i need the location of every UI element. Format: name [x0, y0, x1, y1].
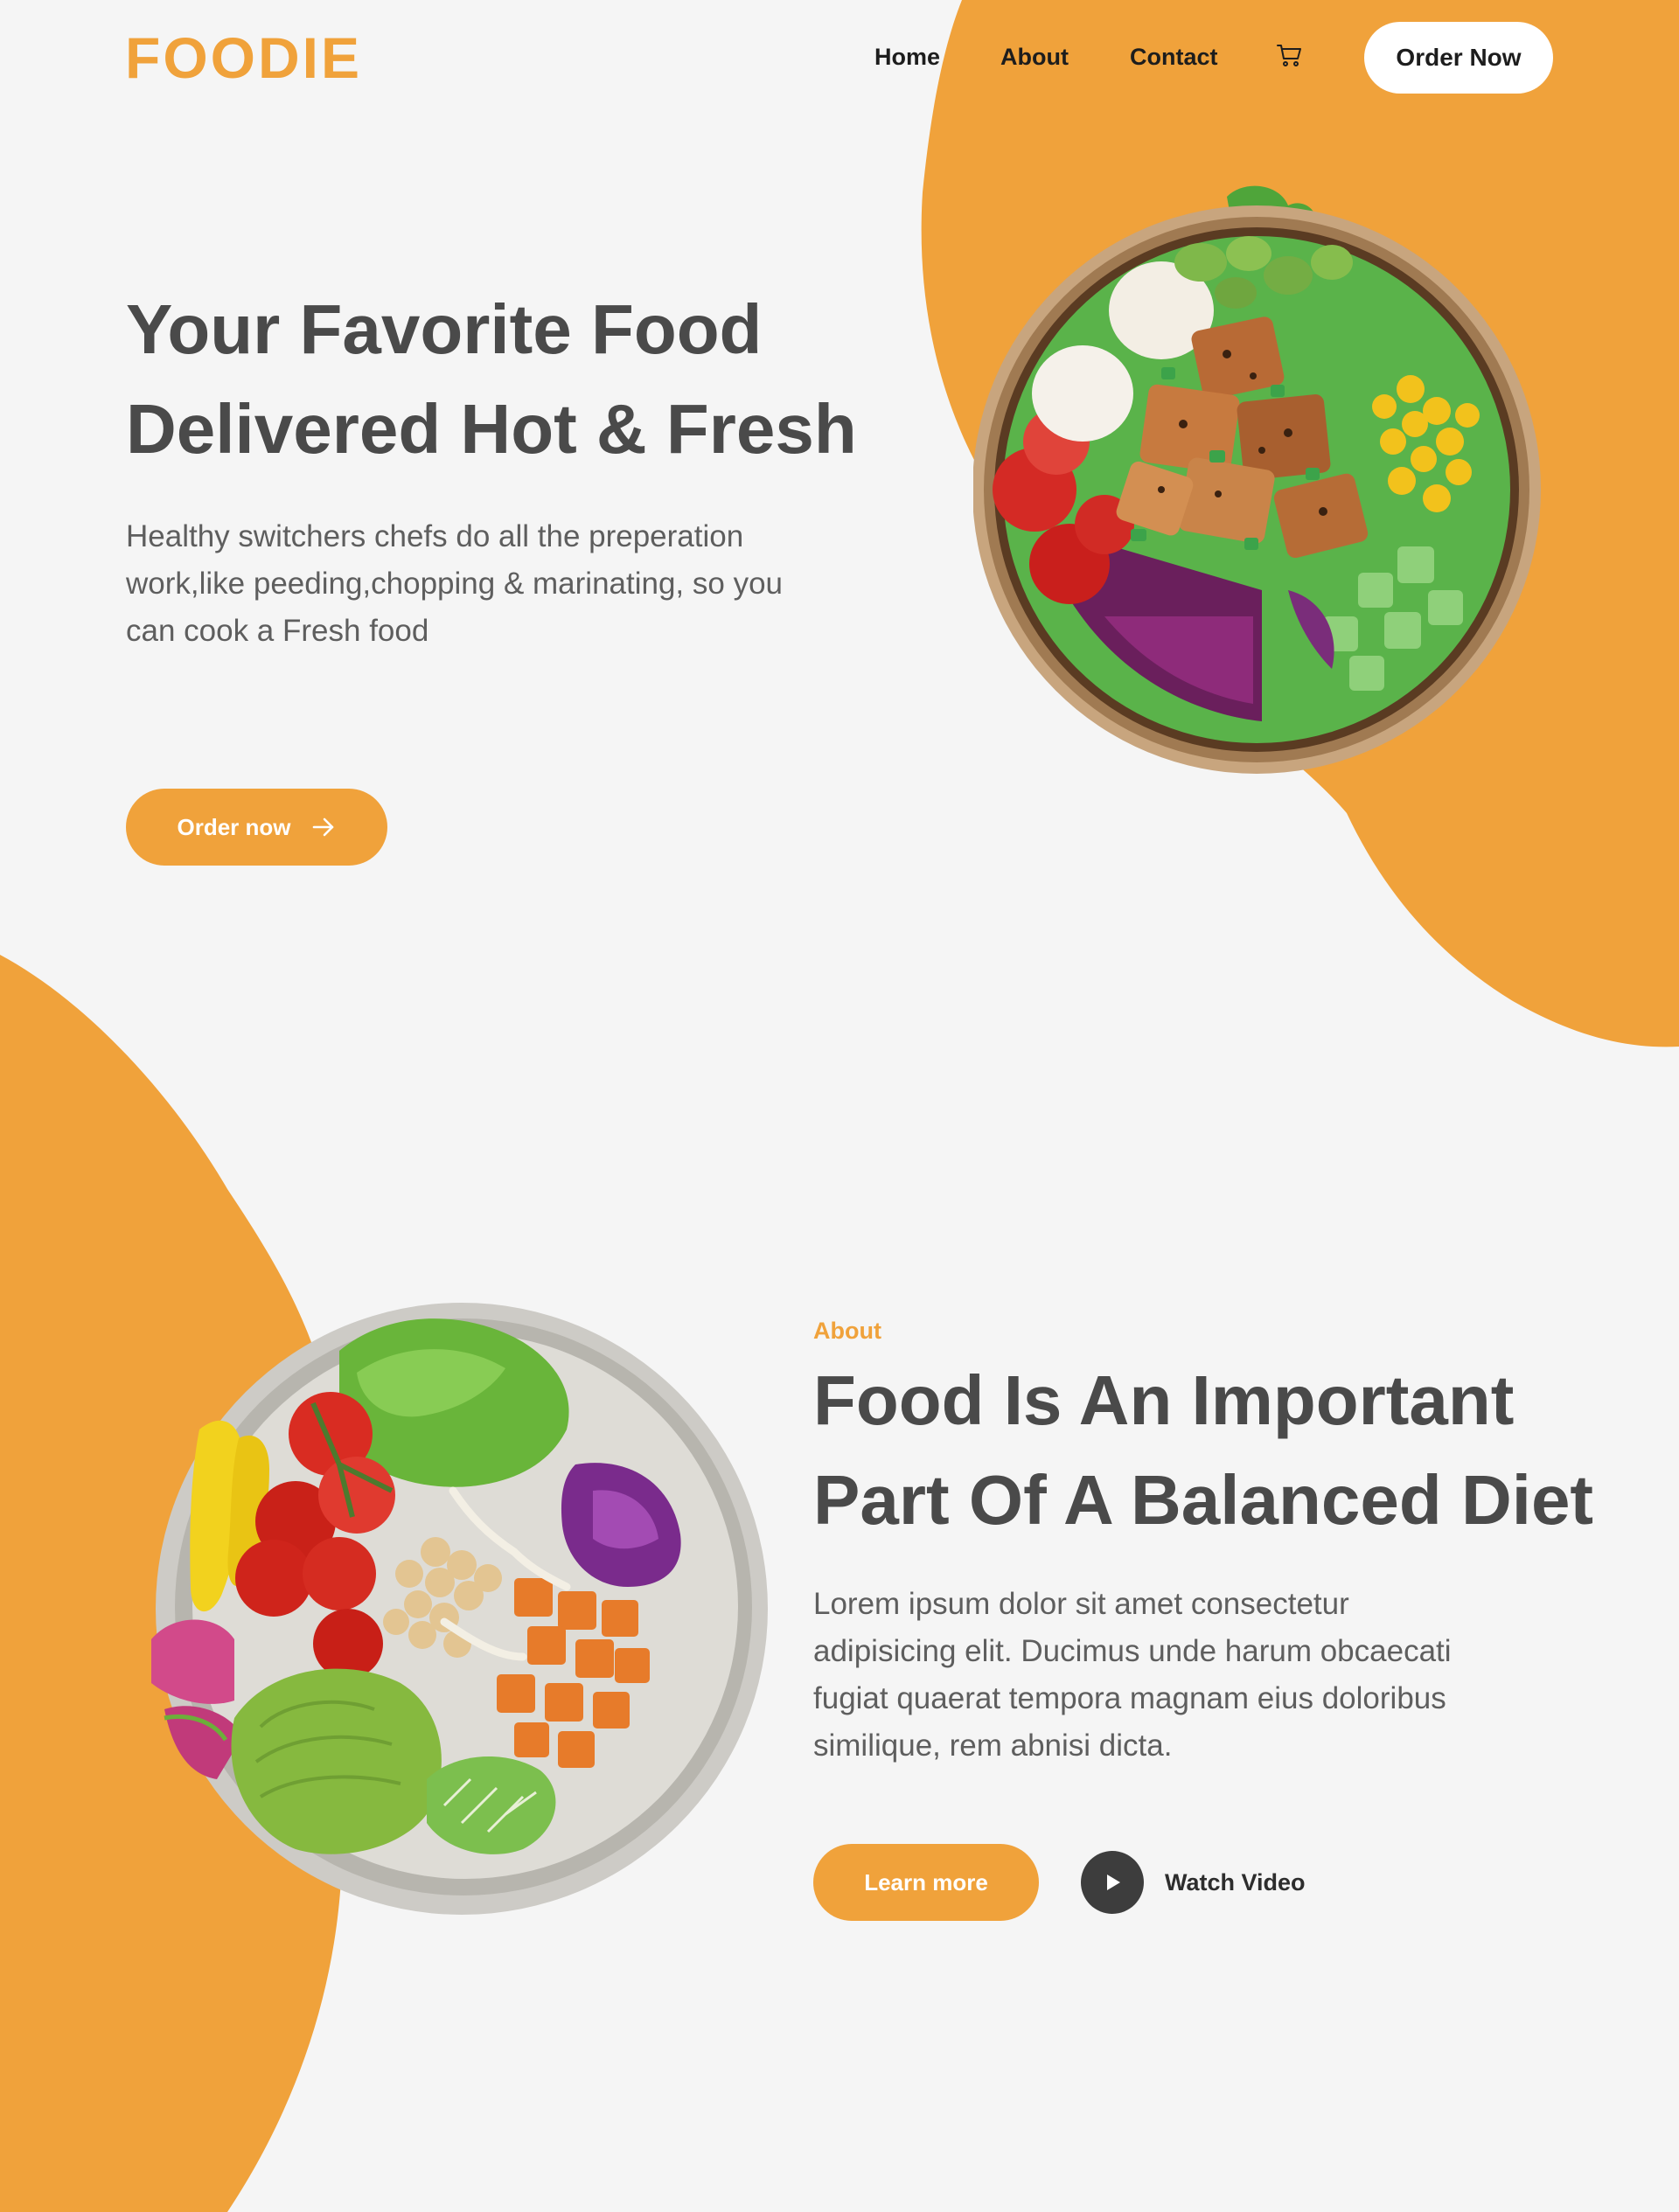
salad-bowl-image: [973, 185, 1541, 774]
nav-link-contact[interactable]: Contact: [1130, 44, 1218, 71]
about-description: Lorem ipsum dolor sit amet consectetur a…: [813, 1587, 1452, 1763]
hero-title: Your Favorite Food Delivered Hot & Fresh: [126, 280, 857, 479]
nav-link-home[interactable]: Home: [874, 44, 940, 71]
about-section-label: About: [813, 1318, 881, 1344]
arrow-right-icon: [312, 817, 333, 837]
about-title: Food Is An Important Part Of A Balanced …: [813, 1351, 1593, 1550]
play-icon[interactable]: [1081, 1851, 1144, 1914]
order-now-button[interactable]: Order now: [126, 789, 387, 866]
cart-icon[interactable]: [1275, 40, 1305, 70]
nav-link-about[interactable]: About: [1000, 44, 1069, 71]
hero-title-line1: Your Favorite Food: [126, 290, 763, 368]
hero-title-line2: Delivered Hot & Fresh: [126, 390, 857, 468]
about-title-line2: Part Of A Balanced Diet: [813, 1461, 1594, 1539]
learn-more-button[interactable]: Learn more: [813, 1844, 1039, 1921]
order-now-label: Order now: [177, 813, 291, 840]
watch-video-label: Watch Video: [1165, 1868, 1306, 1896]
hero-description: Healthy switchers chefs do all the prepe…: [126, 519, 783, 648]
order-now-header-button[interactable]: Order Now: [1364, 22, 1553, 94]
logo[interactable]: FOODIE: [125, 24, 362, 91]
watch-video-button[interactable]: Watch Video: [1081, 1851, 1306, 1914]
buddha-bowl-image: [151, 1303, 768, 1915]
about-title-line1: Food Is An Important: [813, 1361, 1515, 1439]
